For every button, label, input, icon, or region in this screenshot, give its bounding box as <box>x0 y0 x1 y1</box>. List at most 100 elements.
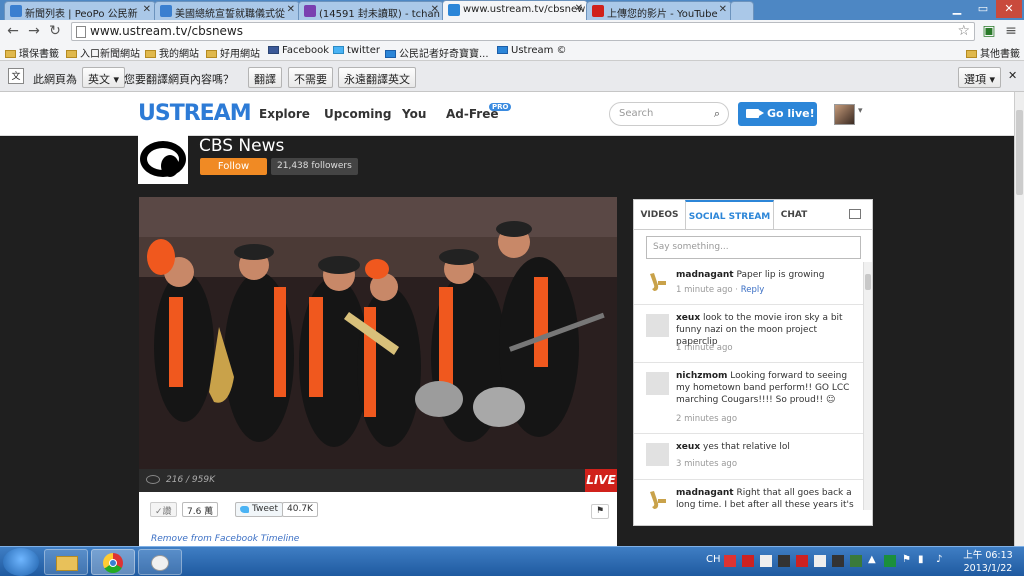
close-tab-icon[interactable]: ✕ <box>287 4 295 15</box>
facebook-like-button[interactable]: ✓讚 <box>150 502 177 517</box>
options-button[interactable]: 選項 ▾ <box>958 67 1002 88</box>
tab-videos[interactable]: VIDEOS <box>634 200 685 230</box>
reload-icon[interactable]: ↻ <box>46 23 64 41</box>
comment-input[interactable]: Say something... <box>646 236 861 259</box>
close-tab-icon[interactable]: ✕ <box>719 4 727 15</box>
tab-social-stream[interactable]: SOCIAL STREAM <box>685 200 774 230</box>
browser-tab-mail[interactable]: (14591 封未讀取) - tchan ✕ <box>298 1 444 20</box>
forward-arrow-icon[interactable]: → <box>25 23 43 41</box>
tab-chat[interactable]: CHAT <box>774 200 814 230</box>
translate-button[interactable]: 翻譯 <box>248 67 282 88</box>
video-player[interactable] <box>139 197 617 469</box>
browser-tab-ustream[interactable]: www.ustream.tv/cbsnew ✕ <box>442 0 588 20</box>
bookmark-item[interactable]: 我的網站 <box>145 45 199 60</box>
channel-logo[interactable] <box>138 135 188 184</box>
nav-you[interactable]: You <box>402 107 426 121</box>
tray-icon[interactable] <box>832 555 844 567</box>
back-arrow-icon[interactable]: ← <box>4 23 22 41</box>
bookmark-twitter[interactable]: twitter <box>333 45 380 56</box>
browser-tab-inauguration[interactable]: 美國總統宣誓就職儀式從 ✕ <box>154 1 300 20</box>
close-window-icon[interactable]: ✕ <box>996 0 1022 18</box>
network-icon[interactable]: ▮ <box>918 554 924 565</box>
message-time: 3 minutes ago <box>676 459 738 469</box>
bookmark-item[interactable]: 入口新聞網站 <box>66 45 140 60</box>
show-hidden-icon[interactable]: ▲ <box>868 554 876 565</box>
language-indicator[interactable]: CH <box>706 554 721 565</box>
remove-timeline-link[interactable]: Remove from Facebook Timeline <box>151 534 299 544</box>
message-user[interactable]: madnagant <box>676 270 734 280</box>
address-bar[interactable]: www.ustream.tv/cbsnews ☆ <box>71 22 975 41</box>
extension-icon[interactable]: ▣ <box>980 23 998 41</box>
feed-scrollbar[interactable] <box>863 262 872 510</box>
avatar[interactable] <box>834 104 855 125</box>
input-method-icon[interactable] <box>742 555 754 567</box>
avatar[interactable] <box>646 489 669 512</box>
chrome-icon[interactable] <box>91 549 135 575</box>
avatar[interactable] <box>646 314 669 337</box>
volume-icon[interactable]: ♪ <box>936 554 942 565</box>
close-tab-icon[interactable]: ✕ <box>143 4 151 15</box>
explorer-folder-icon[interactable] <box>44 549 88 575</box>
close-tab-icon[interactable]: ✕ <box>575 3 583 14</box>
language-select[interactable]: 英文 ▾ <box>82 67 126 88</box>
avatar[interactable] <box>646 372 669 395</box>
browser-toolbar: ← → ↻ www.ustream.tv/cbsnews ☆ ▣ ≡ <box>0 20 1024 43</box>
input-method-icon[interactable] <box>724 555 736 567</box>
tray-icon[interactable] <box>814 555 826 567</box>
tray-icon[interactable] <box>850 555 862 567</box>
chevron-down-icon[interactable]: ▾ <box>858 106 863 116</box>
browser-tab-youtube[interactable]: 上傳您的影片 - YouTube ✕ <box>586 1 732 20</box>
bookmark-item[interactable]: 環保書籤 <box>5 45 59 60</box>
tweet-count: 40.7K <box>282 502 318 517</box>
bookmark-facebook[interactable]: Facebook <box>268 45 329 56</box>
menu-wrench-icon[interactable]: ≡ <box>1002 23 1020 41</box>
search-icon[interactable]: ⌕ <box>714 107 720 121</box>
nav-explore[interactable]: Explore <box>259 107 310 121</box>
page-scrollbar[interactable] <box>1014 92 1024 546</box>
scrollbar-thumb[interactable] <box>1016 110 1023 195</box>
message-time: 1 minute ago <box>676 285 733 295</box>
minimize-icon[interactable]: ▁ <box>944 0 970 18</box>
popout-icon[interactable] <box>849 209 861 219</box>
flag-icon[interactable]: ⚑ <box>591 504 609 519</box>
bookmark-ustream[interactable]: Ustream © <box>497 45 567 56</box>
avatar[interactable] <box>646 271 669 294</box>
tray-icon[interactable] <box>884 555 896 567</box>
reply-link[interactable]: Reply <box>741 285 765 295</box>
new-tab-button[interactable] <box>730 1 754 20</box>
close-tab-icon[interactable]: ✕ <box>431 4 439 15</box>
go-live-button[interactable]: Go live! <box>738 102 817 126</box>
message-user[interactable]: madnagant <box>676 488 734 498</box>
nav-upcoming[interactable]: Upcoming <box>324 107 391 121</box>
folder-icon <box>145 50 156 58</box>
windows-start-icon[interactable] <box>3 548 39 576</box>
bookmark-item[interactable]: 公民記者好奇寶寶... <box>385 45 489 60</box>
list-item: madnagant Right that all goes back a lon… <box>634 480 863 525</box>
message-user[interactable]: nichzmom <box>676 371 727 381</box>
bookmark-other[interactable]: 其他書籤 <box>966 45 1020 60</box>
no-translate-button[interactable]: 不需要 <box>288 67 333 88</box>
scrollbar-thumb[interactable] <box>865 274 871 290</box>
avatar[interactable] <box>646 443 669 466</box>
tray-icon[interactable] <box>796 555 808 567</box>
translate-question: 您要翻譯網頁內容嗎？ <box>124 73 234 86</box>
message-text: Paper lip is growing <box>736 270 825 280</box>
tray-icon[interactable] <box>760 555 772 567</box>
maximize-icon[interactable]: ▭ <box>970 0 996 18</box>
always-translate-button[interactable]: 永遠翻譯英文 <box>338 67 416 88</box>
tray-icon[interactable] <box>778 555 790 567</box>
folder-icon <box>5 50 16 58</box>
search-input[interactable]: Search ⌕ <box>609 102 729 126</box>
message-user[interactable]: xeux <box>676 442 700 452</box>
follow-button[interactable]: Follow <box>200 158 267 175</box>
bookmark-star-icon[interactable]: ☆ <box>957 23 970 39</box>
ustream-logo[interactable]: USTREAM <box>138 101 252 126</box>
tweet-button[interactable]: Tweet <box>235 502 283 517</box>
close-translate-icon[interactable]: ✕ <box>1008 69 1017 82</box>
message-user[interactable]: xeux <box>676 313 700 323</box>
browser-tab-peopo[interactable]: 新聞列表 | PeoPo 公民新 ✕ <box>4 1 156 20</box>
bookmark-item[interactable]: 好用網站 <box>206 45 260 60</box>
paint-icon[interactable] <box>138 549 182 575</box>
taskbar-clock[interactable]: 上午 06:13 2013/1/22 <box>958 549 1018 575</box>
flag-icon[interactable]: ⚑ <box>902 554 911 565</box>
